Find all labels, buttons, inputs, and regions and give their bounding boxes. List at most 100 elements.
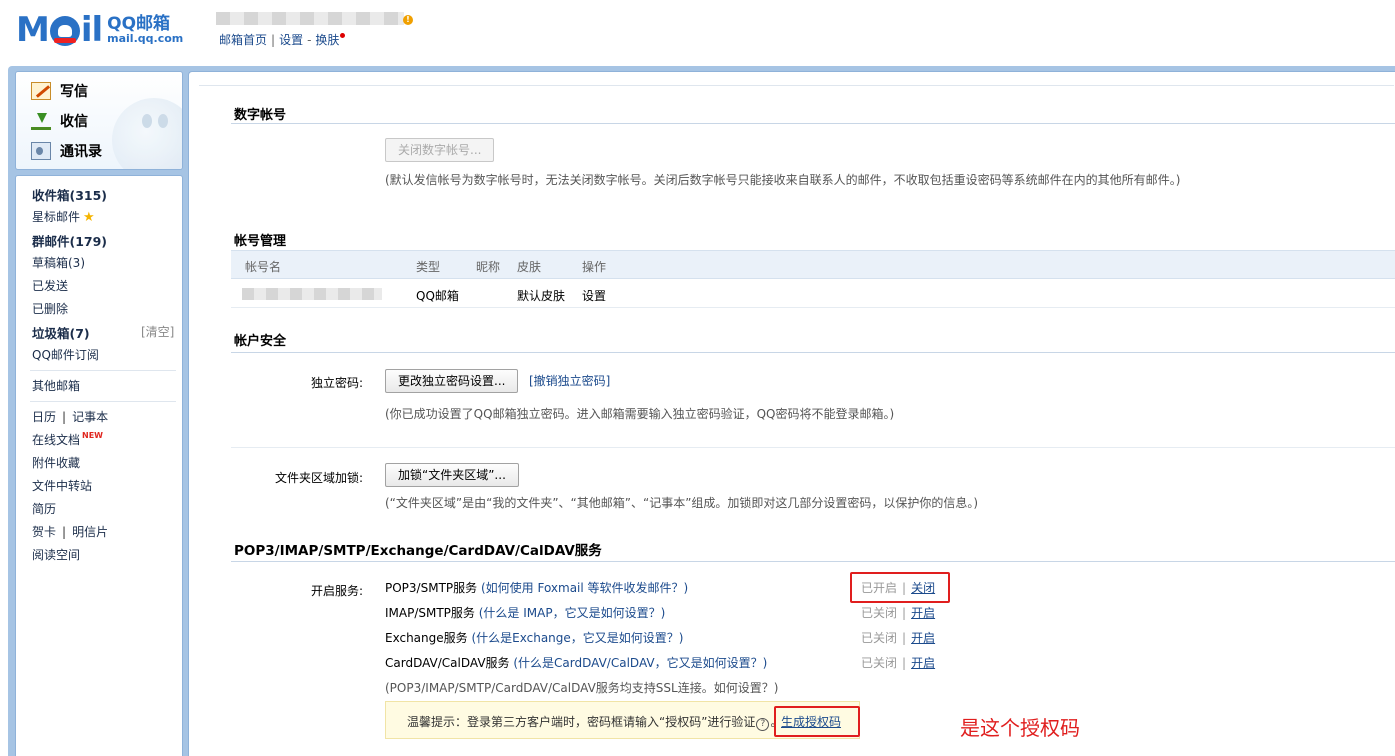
service-help-link[interactable]: (什么是 IMAP，它又是如何设置？) [479, 606, 666, 620]
service-pop3-smtp: POP3/SMTP服务 (如何使用 Foxmail 等软件收发邮件？) [385, 579, 688, 596]
divider [231, 561, 1395, 562]
folder-spam[interactable]: 垃圾箱(7) [32, 323, 90, 342]
folder-other-mailbox[interactable]: 其他邮箱 [32, 377, 80, 394]
folder-lock-label: 文件夹区域加锁: [274, 471, 363, 485]
account-skin: 默认皮肤 [517, 289, 566, 303]
attachment-favorites-link[interactable]: 附件收藏 [32, 456, 80, 470]
contacts-label: 通讯录 [60, 144, 102, 160]
help-question-icon[interactable]: ? [756, 718, 770, 731]
resume-item[interactable]: 简历 [32, 500, 56, 517]
separator: | [62, 410, 67, 424]
attachment-favorites-item[interactable]: 附件收藏 [32, 454, 80, 471]
annotation-text: 是这个授权码 [960, 716, 1080, 740]
folder-list: 收件箱(315) 星标邮件 ★ 群邮件(179) 草稿箱(3) 已发送 已删除 垃… [15, 175, 183, 756]
skin-new-dot-icon [340, 33, 346, 38]
file-transfer-link[interactable]: 文件中转站 [32, 479, 92, 493]
folder-subscription-link[interactable]: QQ邮件订阅 [32, 348, 99, 362]
divider [199, 85, 1394, 86]
service-help-link[interactable]: (什么是CardDAV/CalDAV，它又是如何设置？) [513, 656, 767, 670]
folder-subscription[interactable]: QQ邮件订阅 [32, 346, 99, 363]
folder-group[interactable]: 群邮件(179) [32, 231, 107, 250]
folder-sent-link[interactable]: 已发送 [32, 279, 68, 293]
greeting-card-link[interactable]: 贺卡 [32, 525, 56, 539]
col-nickname: 昵称 [476, 260, 501, 274]
contacts-card-icon [31, 142, 51, 160]
digital-account-title: 数字帐号 [234, 108, 287, 123]
qq-mail-logo[interactable]: Mil QQ邮箱 mail.qq.com [16, 10, 183, 50]
mailbox-home-link[interactable]: 邮箱首页 [219, 33, 267, 47]
folder-group-link[interactable]: 群邮件(179) [32, 234, 107, 249]
reading-space-item[interactable]: 阅读空间 [32, 546, 80, 563]
independent-password-note: (你已成功设置了QQ邮箱独立密码。进入邮箱需要输入独立密码验证，QQ密码将不能登… [385, 407, 895, 421]
ssl-note: (POP3/IMAP/SMTP/CardDAV/CalDAV服务均支持SSL连接… [385, 679, 778, 696]
penguin-logo-icon [49, 16, 80, 46]
service-name: CardDAV/CalDAV服务 [385, 656, 510, 670]
ssl-howto-link[interactable]: 如何设置？ [714, 681, 774, 695]
notes-link[interactable]: 记事本 [72, 410, 108, 424]
contacts-button[interactable]: 通讯录 [31, 141, 102, 161]
service-exchange: Exchange服务 (什么是Exchange，它又是如何设置？) [385, 629, 683, 646]
penguin-watermark-icon [112, 98, 182, 169]
calendar-notes-row: 日历 | 记事本 [32, 408, 108, 425]
online-docs-item[interactable]: 在线文档 NEW [32, 431, 103, 448]
folder-starred-link[interactable]: 星标邮件 [32, 210, 80, 224]
folder-drafts-link[interactable]: 草稿箱(3) [32, 256, 85, 270]
account-table-header: 帐号名 类型 昵称 皮肤 操作 [231, 250, 1395, 279]
account-management-title: 帐号管理 [234, 234, 287, 249]
highlight-box-auth-code [774, 706, 860, 737]
reading-space-link[interactable]: 阅读空间 [32, 548, 80, 562]
clear-spam-button[interactable]: [清空] [141, 323, 174, 340]
divider [231, 307, 1395, 308]
separator: | [902, 631, 907, 645]
postcard-link[interactable]: 明信片 [72, 525, 108, 539]
account-settings-link[interactable]: 设置 [582, 287, 606, 304]
calendar-link[interactable]: 日历 [32, 410, 56, 424]
warning-icon[interactable]: ! [403, 15, 413, 25]
settings-link[interactable]: 设置 [279, 33, 303, 47]
service-imap-smtp-state: 已关闭 | 开启 [861, 604, 935, 621]
settings-main: 数字帐号 关闭数字帐号... (默认发信帐号为数字帐号时，无法关闭数字帐号。关闭… [188, 71, 1395, 756]
col-action: 操作 [582, 260, 607, 274]
service-imap-toggle-button[interactable]: 开启 [911, 606, 935, 620]
account-name-blurred [216, 12, 404, 25]
logo-letters-il: il [80, 10, 103, 50]
receive-button[interactable]: 收信 [31, 111, 88, 131]
revoke-independent-password-link[interactable]: [撤销独立密码] [529, 372, 610, 389]
service-exchange-state: 已关闭 | 开启 [861, 629, 935, 646]
service-exchange-toggle-button[interactable]: 开启 [911, 631, 935, 645]
folder-starred[interactable]: 星标邮件 ★ [32, 208, 95, 225]
change-skin-link[interactable]: 换肤 [315, 33, 339, 47]
folder-other-mailbox-link[interactable]: 其他邮箱 [32, 379, 80, 393]
header: Mil QQ邮箱 mail.qq.com ! 邮箱首页 | 设置 - 换肤 [0, 0, 1395, 66]
close-digital-account-button[interactable]: 关闭数字帐号... [385, 138, 495, 162]
folder-deleted-link[interactable]: 已删除 [32, 302, 68, 316]
services-title: POP3/IMAP/SMTP/Exchange/CardDAV/CalDAV服务 [234, 543, 602, 559]
folder-deleted[interactable]: 已删除 [32, 300, 68, 317]
separator: | [62, 525, 67, 539]
online-docs-link[interactable]: 在线文档 [32, 433, 80, 447]
folder-inbox-link[interactable]: 收件箱(315) [32, 188, 107, 203]
divider [30, 401, 176, 402]
folder-drafts[interactable]: 草稿箱(3) [32, 254, 85, 271]
service-help-link[interactable]: (如何使用 Foxmail 等软件收发邮件？) [481, 581, 688, 595]
lock-folder-area-button[interactable]: 加锁“文件夹区域”... [385, 463, 519, 487]
logo-title: QQ邮箱 [107, 13, 171, 34]
file-transfer-item[interactable]: 文件中转站 [32, 477, 92, 494]
folder-spam-link[interactable]: 垃圾箱(7) [32, 326, 90, 341]
tip-text: 温馨提示：登录第三方客户端时，密码框请输入“授权码”进行验证?。 [407, 713, 782, 731]
change-independent-password-button[interactable]: 更改独立密码设置... [385, 369, 519, 393]
digital-account-note: (默认发信帐号为数字帐号时，无法关闭数字帐号。关闭后数字帐号只能接收来自联系人的… [385, 173, 1181, 187]
inbox-download-icon [31, 112, 51, 130]
service-name: Exchange服务 [385, 631, 468, 645]
divider [231, 352, 1395, 353]
highlight-box-pop3 [850, 572, 950, 603]
service-status: 已关闭 [861, 631, 898, 645]
folder-inbox[interactable]: 收件箱(315) [32, 185, 107, 204]
header-links: 邮箱首页 | 设置 - 换肤 [219, 31, 346, 48]
ssl-note-tail: ) [773, 681, 779, 695]
compose-button[interactable]: 写信 [31, 81, 88, 101]
service-carddav-toggle-button[interactable]: 开启 [911, 656, 935, 670]
service-help-link[interactable]: (什么是Exchange，它又是如何设置？) [471, 631, 683, 645]
resume-link[interactable]: 简历 [32, 502, 56, 516]
folder-sent[interactable]: 已发送 [32, 277, 68, 294]
